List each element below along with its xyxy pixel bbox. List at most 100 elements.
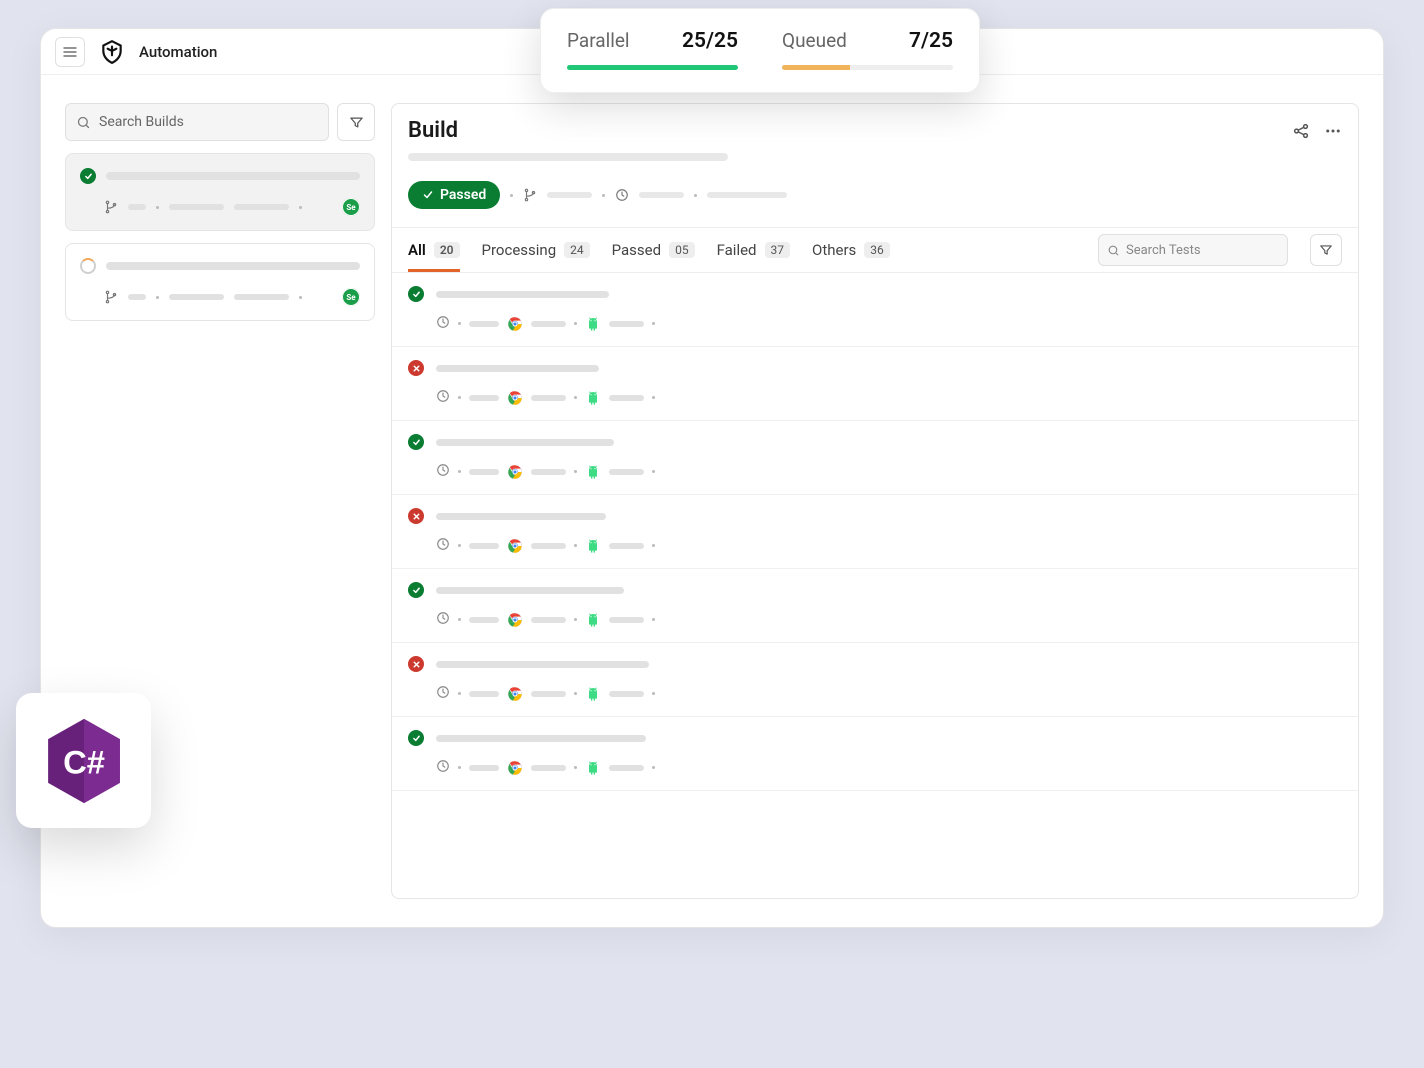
progress-bar xyxy=(782,65,953,70)
build-title: Build xyxy=(408,118,458,143)
status-passed-icon xyxy=(80,168,96,184)
chrome-icon xyxy=(507,316,523,332)
queue-stats-card: Parallel 25/25 Queued 7/25 xyxy=(540,8,980,93)
count-badge: 36 xyxy=(864,242,890,258)
skeleton xyxy=(436,291,609,298)
dot xyxy=(574,396,577,399)
dot xyxy=(652,470,655,473)
test-row[interactable] xyxy=(392,569,1358,643)
test-row[interactable] xyxy=(392,495,1358,569)
skeleton xyxy=(609,395,644,401)
dot xyxy=(574,692,577,695)
build-status-pill: Passed xyxy=(408,181,500,209)
skeleton xyxy=(128,204,146,210)
share-icon[interactable] xyxy=(1292,122,1310,140)
skeleton xyxy=(531,395,566,401)
status-passed-icon xyxy=(408,730,424,746)
dot xyxy=(299,206,302,209)
skeleton xyxy=(469,691,499,697)
skeleton xyxy=(639,192,684,198)
menu-button[interactable] xyxy=(55,37,85,67)
dot xyxy=(574,766,577,769)
build-card[interactable]: Se xyxy=(65,243,375,321)
skeleton xyxy=(234,204,289,210)
skeleton xyxy=(707,192,787,198)
test-row[interactable] xyxy=(392,273,1358,347)
skeleton xyxy=(469,321,499,327)
stat-value: 7/25 xyxy=(909,29,953,53)
check-icon xyxy=(422,189,434,201)
test-row[interactable] xyxy=(392,347,1358,421)
builds-filter-button[interactable] xyxy=(337,103,375,141)
test-row[interactable] xyxy=(392,643,1358,717)
language-badge-card: C# xyxy=(16,693,151,828)
search-icon xyxy=(76,115,91,130)
tab-passed[interactable]: Passed 05 xyxy=(612,228,695,272)
chrome-icon xyxy=(507,538,523,554)
search-icon xyxy=(1107,244,1120,257)
dot xyxy=(574,544,577,547)
skeleton xyxy=(436,735,646,742)
tests-search-input[interactable]: Search Tests xyxy=(1098,234,1288,266)
clock-icon xyxy=(436,314,450,333)
search-placeholder: Search Builds xyxy=(99,114,184,130)
dot xyxy=(574,322,577,325)
skeleton xyxy=(169,204,224,210)
android-icon xyxy=(585,390,601,406)
stat-value: 25/25 xyxy=(682,29,738,53)
stat-label: Queued xyxy=(782,29,847,52)
clock-icon xyxy=(436,610,450,629)
dot xyxy=(458,766,461,769)
builds-search-input[interactable]: Search Builds xyxy=(65,103,329,141)
skeleton xyxy=(609,617,644,623)
dot xyxy=(694,194,697,197)
dot xyxy=(510,194,513,197)
test-row[interactable] xyxy=(392,717,1358,791)
tab-processing[interactable]: Processing 24 xyxy=(482,228,590,272)
page-title: Automation xyxy=(139,43,217,61)
tab-others[interactable]: Others 36 xyxy=(812,228,890,272)
tab-failed[interactable]: Failed 37 xyxy=(717,228,790,272)
app-window: Automation Search Builds xyxy=(40,28,1384,928)
skeleton xyxy=(609,765,644,771)
clock-icon xyxy=(436,388,450,407)
chrome-icon xyxy=(507,464,523,480)
csharp-icon: C# xyxy=(45,717,123,805)
tests-tabs: All 20 Processing 24 Passed 05 Failed 37… xyxy=(392,227,1358,273)
tab-all[interactable]: All 20 xyxy=(408,228,460,272)
skeleton xyxy=(469,469,499,475)
skeleton xyxy=(469,395,499,401)
skeleton xyxy=(609,543,644,549)
dot xyxy=(458,470,461,473)
android-icon xyxy=(585,686,601,702)
status-passed-icon xyxy=(408,434,424,450)
skeleton xyxy=(531,543,566,549)
svg-text:C#: C# xyxy=(63,743,105,780)
skeleton xyxy=(436,513,606,520)
tests-filter-button[interactable] xyxy=(1310,234,1342,266)
status-running-icon xyxy=(80,258,96,274)
dot xyxy=(156,206,159,209)
skeleton xyxy=(469,765,499,771)
skeleton xyxy=(547,192,592,198)
android-icon xyxy=(585,316,601,332)
dot xyxy=(652,544,655,547)
test-row[interactable] xyxy=(392,421,1358,495)
skeleton xyxy=(609,321,644,327)
skeleton xyxy=(106,172,360,180)
clock-icon xyxy=(436,758,450,777)
filter-icon xyxy=(1319,243,1333,257)
build-detail: Build Passed xyxy=(391,103,1359,899)
skeleton xyxy=(436,661,649,668)
dot xyxy=(652,692,655,695)
stat-parallel: Parallel 25/25 xyxy=(567,29,738,70)
skeleton xyxy=(234,294,289,300)
status-failed-icon xyxy=(408,656,424,672)
status-passed-icon xyxy=(408,286,424,302)
dot xyxy=(652,322,655,325)
chrome-icon xyxy=(507,686,523,702)
count-badge: 24 xyxy=(564,242,590,258)
count-badge: 37 xyxy=(765,242,791,258)
build-card[interactable]: Se xyxy=(65,153,375,231)
more-icon[interactable] xyxy=(1324,122,1342,140)
